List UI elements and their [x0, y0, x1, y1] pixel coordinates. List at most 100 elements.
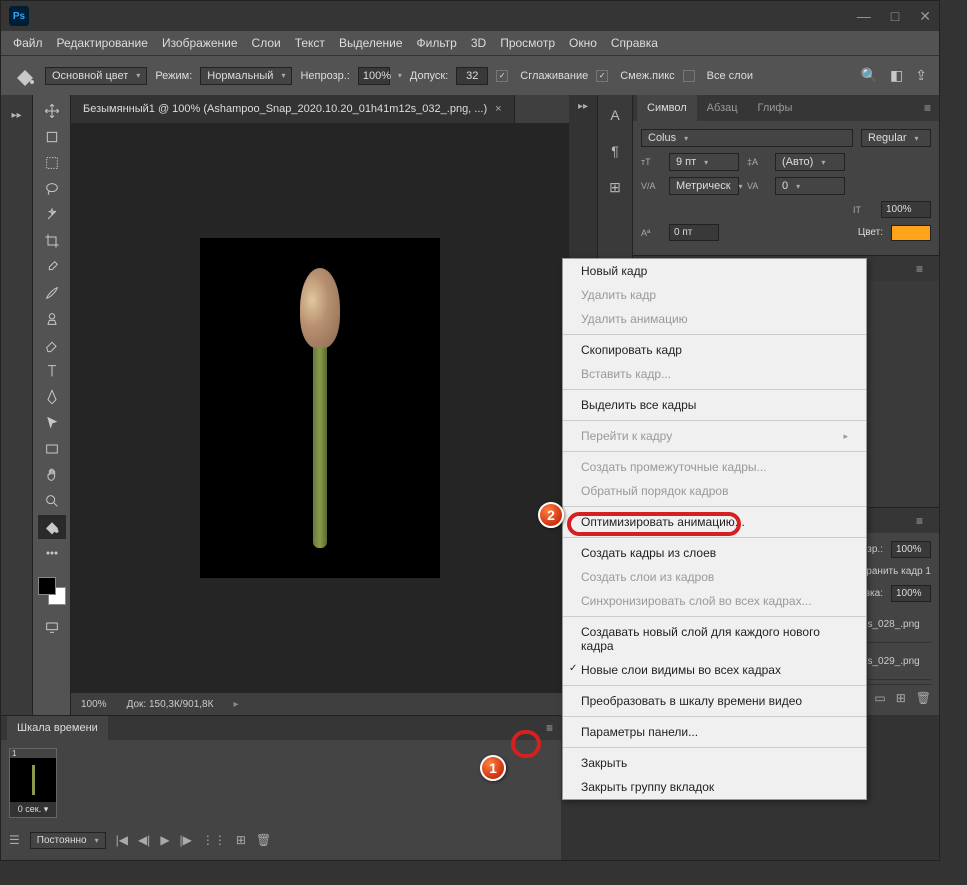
new-frame-icon[interactable]: ⊞ [236, 833, 246, 847]
stamp-tool[interactable] [38, 307, 66, 331]
mode-dropdown[interactable]: Нормальный [200, 67, 292, 85]
search-icon[interactable]: 🔍 [861, 67, 878, 84]
layer-opacity-input[interactable]: 100% [891, 541, 931, 558]
tab-close-icon[interactable]: × [495, 103, 501, 115]
screen-mode-tool[interactable] [38, 615, 66, 639]
pen-tool[interactable] [38, 385, 66, 409]
first-frame-icon[interactable]: |◀ [116, 833, 128, 847]
ctx-select-all[interactable]: Выделить все кадры [563, 393, 866, 417]
panel-menu-icon[interactable]: ≡ [916, 101, 939, 115]
zoom-value[interactable]: 100% [81, 699, 107, 710]
eraser-tool[interactable] [38, 333, 66, 357]
document-tab[interactable]: Безымянный1 @ 100% (Ashampoo_Snap_2020.1… [71, 95, 515, 123]
magic-wand-tool[interactable] [38, 203, 66, 227]
close-icon[interactable]: ✕ [919, 8, 931, 25]
menu-window[interactable]: Окно [569, 36, 597, 50]
middle-panel-menu-icon[interactable]: ≡ [908, 262, 931, 276]
menu-filter[interactable]: Фильтр [417, 36, 457, 50]
font-size-input[interactable]: 9 пт [669, 153, 739, 171]
type-tool[interactable] [38, 359, 66, 383]
ctx-panel-options[interactable]: Параметры панели... [563, 720, 866, 744]
foreground-swatch[interactable] [38, 577, 56, 595]
menu-layer[interactable]: Слои [252, 36, 281, 50]
menu-select[interactable]: Выделение [339, 36, 403, 50]
ctx-optimize[interactable]: Оптимизировать анимацию... [563, 510, 866, 534]
paint-bucket-tool[interactable] [38, 515, 66, 539]
layers-panel-menu-icon[interactable]: ≡ [908, 514, 931, 528]
tween-icon[interactable]: ⋮⋮ [202, 833, 226, 847]
layer-fill-input[interactable]: 100% [891, 585, 931, 602]
tolerance-input[interactable]: 32 [456, 67, 488, 85]
antialias-checkbox[interactable]: ✓ [496, 70, 508, 82]
menu-file[interactable]: Файл [13, 36, 43, 50]
brush-tool[interactable] [38, 281, 66, 305]
font-dropdown[interactable]: Colus [641, 129, 853, 147]
timeline-tabs: Шкала времени ≡ [1, 716, 561, 740]
next-frame-icon[interactable]: |▶ [180, 833, 192, 847]
vscale-input[interactable]: 100% [881, 201, 931, 218]
kerning-input[interactable]: Метрическ [669, 177, 739, 195]
contiguous-checkbox[interactable]: ✓ [596, 70, 608, 82]
marquee-tool[interactable] [38, 151, 66, 175]
collapse-icon[interactable]: ▸▸ [7, 105, 27, 125]
group-icon[interactable]: ▭ [874, 691, 885, 705]
tab-glyphs[interactable]: Глифы [748, 95, 803, 121]
new-layer-icon[interactable]: ⊞ [896, 691, 906, 705]
tracking-input[interactable]: 0 [775, 177, 845, 195]
ctx-convert-video-timeline[interactable]: Преобразовать в шкалу времени видео [563, 689, 866, 713]
prev-frame-icon[interactable]: ◀| [138, 833, 150, 847]
paint-bucket-icon[interactable] [13, 64, 37, 88]
artboard-tool[interactable] [38, 125, 66, 149]
ctx-new-layer-each-frame[interactable]: Создавать новый слой для каждого нового … [563, 620, 866, 658]
share-icon[interactable]: ⇪ [915, 67, 927, 84]
zoom-tool[interactable] [38, 489, 66, 513]
expand-panels-icon[interactable]: ▸▸ [578, 101, 588, 112]
ctx-new-frame[interactable]: Новый кадр [563, 259, 866, 283]
lasso-tool[interactable] [38, 177, 66, 201]
minimize-icon[interactable]: — [857, 8, 871, 25]
character-icon[interactable]: A [605, 105, 625, 125]
crop-tool[interactable] [38, 229, 66, 253]
path-select-tool[interactable] [38, 411, 66, 435]
timeline-tab[interactable]: Шкала времени [7, 716, 108, 740]
color-swatches[interactable] [38, 577, 66, 605]
leading-input[interactable]: (Авто) [775, 153, 845, 171]
swatches-icon[interactable]: ⊞ [605, 177, 625, 197]
menu-help[interactable]: Справка [611, 36, 658, 50]
menu-type[interactable]: Текст [295, 36, 325, 50]
canvas-viewport[interactable] [71, 123, 569, 693]
menu-image[interactable]: Изображение [162, 36, 238, 50]
ctx-copy-frame[interactable]: Скопировать кадр [563, 338, 866, 362]
move-tool[interactable] [38, 99, 66, 123]
ctx-make-frames-from-layers[interactable]: Создать кадры из слоев [563, 541, 866, 565]
loop-dropdown[interactable]: Постоянно [30, 832, 106, 849]
ctx-close[interactable]: Закрыть [563, 751, 866, 775]
maximize-icon[interactable]: □ [891, 8, 899, 25]
rectangle-tool[interactable] [38, 437, 66, 461]
menu-edit[interactable]: Редактирование [57, 36, 148, 50]
opacity-input[interactable]: 100% [358, 67, 390, 85]
eyedropper-tool[interactable] [38, 255, 66, 279]
delete-layer-icon[interactable]: 🗑 [916, 691, 931, 705]
hand-tool[interactable] [38, 463, 66, 487]
font-style-dropdown[interactable]: Regular [861, 129, 931, 147]
menu-3d[interactable]: 3D [471, 36, 486, 50]
paragraph-icon[interactable]: ¶ [605, 141, 625, 161]
alllayers-checkbox[interactable] [683, 70, 695, 82]
delete-frame-icon[interactable]: 🗑 [256, 833, 271, 847]
edit-toolbar-icon[interactable] [38, 541, 66, 565]
fill-source-dropdown[interactable]: Основной цвет [45, 67, 147, 85]
tab-symbol[interactable]: Символ [637, 95, 697, 121]
tab-paragraph[interactable]: Абзац [697, 95, 748, 121]
text-color-swatch[interactable] [891, 225, 931, 241]
workspace-icon[interactable]: ◧ [890, 67, 903, 84]
timeline-frame[interactable]: 1 0 сек. ▾ [9, 748, 57, 818]
play-icon[interactable]: ▶ [160, 833, 169, 847]
timeline-menu-icon[interactable]: ≡ [538, 721, 561, 735]
frame-delay[interactable]: 0 сек. ▾ [10, 802, 56, 817]
ctx-visible-all-frames[interactable]: Новые слои видимы во всех кадрах [563, 658, 866, 682]
baseline-input[interactable]: 0 пт [669, 224, 719, 241]
timeline-convert-icon[interactable]: ☰ [9, 833, 20, 847]
menu-view[interactable]: Просмотр [500, 36, 555, 50]
ctx-close-group[interactable]: Закрыть группу вкладок [563, 775, 866, 799]
